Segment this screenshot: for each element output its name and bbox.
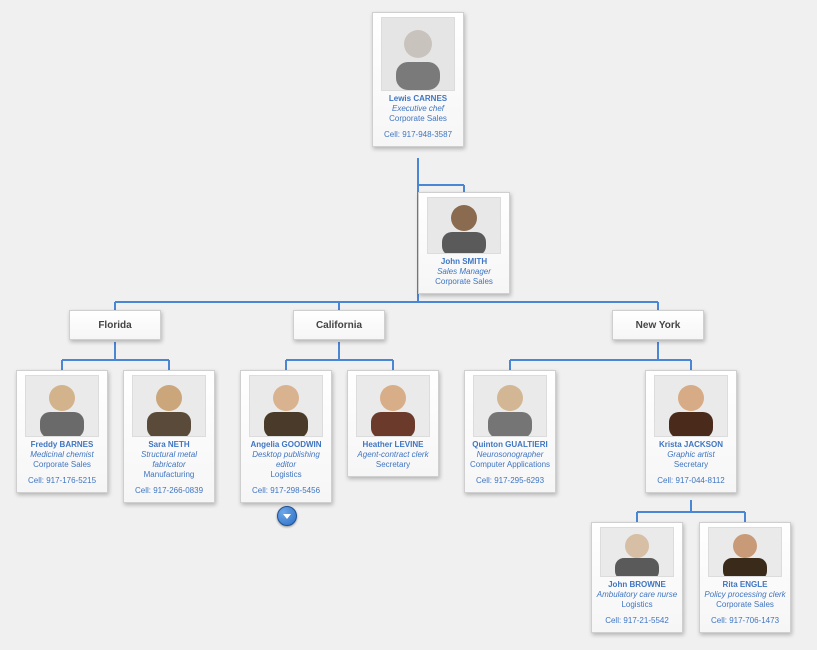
person-dept: Secretary: [350, 460, 436, 470]
person-title: Medicinal chemist: [19, 450, 105, 460]
person-name: Sara NETH: [126, 440, 212, 450]
person-cell: Cell: 917-298-5456: [243, 486, 329, 496]
person-card-krista-child-2[interactable]: Rita ENGLE Policy processing clerk Corpo…: [699, 522, 791, 633]
avatar: [249, 375, 323, 437]
region-florida[interactable]: Florida: [69, 310, 161, 340]
person-name: John BROWNE: [594, 580, 680, 590]
person-title: Executive chef: [375, 104, 461, 114]
avatar: [25, 375, 99, 437]
person-title: Structural metal fabricator: [126, 450, 212, 470]
person-card-newyork-2[interactable]: Krista JACKSON Graphic artist Secretary …: [645, 370, 737, 493]
person-card-california-2[interactable]: Heather LEVINE Agent-contract clerk Secr…: [347, 370, 439, 477]
person-dept: Logistics: [594, 600, 680, 610]
region-newyork[interactable]: New York: [612, 310, 704, 340]
person-card-newyork-1[interactable]: Quinton GUALTIERI Neurosonographer Compu…: [464, 370, 556, 493]
person-card-krista-child-1[interactable]: John BROWNE Ambulatory care nurse Logist…: [591, 522, 683, 633]
org-chart: Lewis CARNES Executive chef Corporate Sa…: [0, 0, 817, 650]
person-card-root[interactable]: Lewis CARNES Executive chef Corporate Sa…: [372, 12, 464, 147]
person-card-manager[interactable]: John SMITH Sales Manager Corporate Sales: [418, 192, 510, 294]
region-california[interactable]: California: [293, 310, 385, 340]
person-title: Neurosonographer: [467, 450, 553, 460]
person-dept: Manufacturing: [126, 470, 212, 480]
avatar: [473, 375, 547, 437]
person-name: Krista JACKSON: [648, 440, 734, 450]
avatar: [381, 17, 455, 91]
person-title: Graphic artist: [648, 450, 734, 460]
person-name: John SMITH: [421, 257, 507, 267]
person-dept: Secretary: [648, 460, 734, 470]
person-dept: Logistics: [243, 470, 329, 480]
person-title: Desktop publishing editor: [243, 450, 329, 470]
person-cell: Cell: 917-706-1473: [702, 616, 788, 626]
person-cell: Cell: 917-295-6293: [467, 476, 553, 486]
person-card-florida-1[interactable]: Freddy BARNES Medicinal chemist Corporat…: [16, 370, 108, 493]
avatar: [600, 527, 674, 577]
person-cell: Cell: 917-21-5542: [594, 616, 680, 626]
person-name: Heather LEVINE: [350, 440, 436, 450]
person-cell: Cell: 917-044-8112: [648, 476, 734, 486]
person-card-california-1[interactable]: Angelia GOODWIN Desktop publishing edito…: [240, 370, 332, 503]
person-name: Freddy BARNES: [19, 440, 105, 450]
avatar: [654, 375, 728, 437]
person-title: Ambulatory care nurse: [594, 590, 680, 600]
person-card-florida-2[interactable]: Sara NETH Structural metal fabricator Ma…: [123, 370, 215, 503]
person-name: Rita ENGLE: [702, 580, 788, 590]
avatar: [708, 527, 782, 577]
person-name: Lewis CARNES: [375, 94, 461, 104]
avatar: [427, 197, 501, 254]
avatar: [132, 375, 206, 437]
person-dept: Computer Applications: [467, 460, 553, 470]
person-name: Angelia GOODWIN: [243, 440, 329, 450]
avatar: [356, 375, 430, 437]
person-dept: Corporate Sales: [19, 460, 105, 470]
person-title: Agent-contract clerk: [350, 450, 436, 460]
person-dept: Corporate Sales: [421, 277, 507, 287]
person-cell: Cell: 917-266-0839: [126, 486, 212, 496]
person-cell: Cell: 917-948-3587: [375, 130, 461, 140]
person-dept: Corporate Sales: [375, 114, 461, 124]
person-cell: Cell: 917-176-5215: [19, 476, 105, 486]
person-title: Policy processing clerk: [702, 590, 788, 600]
person-title: Sales Manager: [421, 267, 507, 277]
person-name: Quinton GUALTIERI: [467, 440, 553, 450]
expand-button[interactable]: [277, 506, 297, 526]
person-dept: Corporate Sales: [702, 600, 788, 610]
